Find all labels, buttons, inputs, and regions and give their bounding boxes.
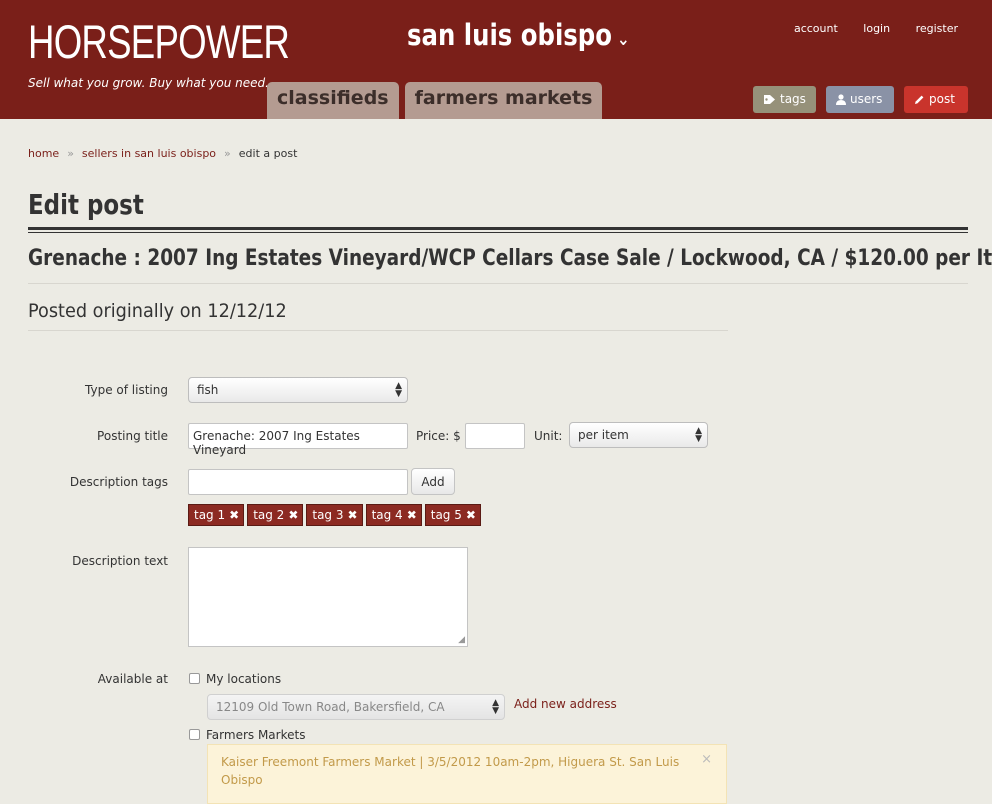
tab-classifieds[interactable]: classifieds — [267, 82, 399, 119]
divider — [28, 283, 968, 284]
select-arrows-icon: ▲ ▼ — [395, 381, 402, 399]
breadcrumb-sellers[interactable]: sellers in san luis obispo — [82, 147, 216, 160]
tag-icon — [764, 95, 775, 104]
type-of-listing-label: Type of listing — [85, 383, 168, 397]
description-tags-input[interactable] — [188, 469, 408, 495]
price-input[interactable] — [465, 423, 525, 449]
breadcrumb-separator: » — [224, 147, 231, 160]
login-link[interactable]: login — [863, 22, 890, 35]
tags-button[interactable]: tags — [753, 86, 816, 113]
remove-tag-icon[interactable]: ✖ — [466, 508, 476, 522]
post-button-label: post — [929, 92, 955, 106]
add-address-link[interactable]: Add new address — [514, 697, 617, 711]
available-at-label: Available at — [97, 672, 168, 686]
tag-label: tag 4 — [371, 508, 403, 522]
register-link[interactable]: register — [916, 22, 958, 35]
select-arrows-icon: ▲ ▼ — [492, 698, 499, 716]
remove-tag-icon[interactable]: ✖ — [348, 508, 358, 522]
add-tag-button[interactable]: Add — [411, 468, 455, 495]
title-divider-thin — [28, 232, 968, 233]
breadcrumb-separator: » — [67, 147, 74, 160]
users-button[interactable]: users — [826, 86, 894, 113]
tag-label: tag 3 — [312, 508, 344, 522]
description-textarea[interactable]: ◢ — [188, 547, 468, 647]
account-link[interactable]: account — [794, 22, 838, 35]
address-value: 12109 Old Town Road, Bakersfield, CA — [216, 700, 445, 714]
close-icon[interactable]: × — [701, 751, 712, 769]
remove-tag-icon[interactable]: ✖ — [229, 508, 239, 522]
city-name: san luis obispo — [407, 18, 612, 52]
description-text-label: Description text — [72, 554, 168, 568]
posting-title-input[interactable]: Grenache: 2007 Ing Estates Vineyard — [188, 423, 408, 457]
chevron-down-icon: ⌄ — [617, 29, 630, 50]
divider — [28, 330, 728, 331]
my-locations-checkbox[interactable] — [189, 673, 200, 684]
site-logo[interactable]: HORSEPOWER — [28, 16, 290, 68]
tag-chip[interactable]: tag 2 ✖ — [247, 504, 304, 526]
site-header: HORSEPOWER Sell what you grow. Buy what … — [0, 0, 992, 119]
address-select[interactable]: 12109 Old Town Road, Bakersfield, CA ▲ ▼ — [207, 694, 505, 720]
main-tabs: classifieds farmers markets — [267, 82, 608, 119]
remove-tag-icon[interactable]: ✖ — [288, 508, 298, 522]
tags-button-label: tags — [780, 92, 806, 106]
tag-chip[interactable]: tag 5 ✖ — [424, 504, 481, 526]
farmers-markets-label: Farmers Markets — [206, 728, 306, 742]
type-of-listing-value: fish — [197, 383, 219, 397]
unit-select[interactable]: per item ▲ ▼ — [569, 422, 708, 448]
site-tagline: Sell what you grow. Buy what you need. — [28, 76, 269, 90]
user-icon — [836, 94, 846, 105]
unit-value: per item — [578, 428, 629, 442]
tag-label: tag 5 — [430, 508, 462, 522]
tab-farmers-markets[interactable]: farmers markets — [404, 82, 603, 119]
tag-chip[interactable]: tag 3 ✖ — [306, 504, 363, 526]
tag-label: tag 1 — [194, 508, 226, 522]
remove-tag-icon[interactable]: ✖ — [407, 508, 417, 522]
price-label: Price: $ — [416, 429, 461, 443]
unit-label: Unit: — [534, 429, 563, 443]
city-selector[interactable]: san luis obispo ⌄ — [407, 18, 630, 52]
account-links: account login register — [772, 22, 958, 35]
posted-date: Posted originally on 12/12/12 — [28, 300, 287, 322]
tag-label: tag 2 — [253, 508, 285, 522]
tag-chip[interactable]: tag 4 ✖ — [365, 504, 422, 526]
post-button[interactable]: post — [904, 86, 968, 113]
market-alert-text: Kaiser Freemont Farmers Market | 3/5/201… — [221, 755, 680, 787]
breadcrumb-home[interactable]: home — [28, 147, 59, 160]
market-alert: Kaiser Freemont Farmers Market | 3/5/201… — [207, 744, 727, 804]
title-divider — [28, 227, 968, 230]
post-title: Grenache : 2007 Ing Estates Vineyard/WCP… — [28, 246, 992, 271]
posting-title-label: Posting title — [97, 429, 168, 443]
tag-chip[interactable]: tag 1 ✖ — [188, 504, 245, 526]
farmers-markets-checkbox[interactable] — [189, 729, 200, 740]
tag-list: tag 1 ✖ tag 2 ✖ tag 3 ✖ tag 4 ✖ tag 5 ✖ — [188, 504, 484, 526]
breadcrumb: home » sellers in san luis obispo » edit a p… — [28, 147, 297, 160]
select-arrows-icon: ▲ ▼ — [695, 426, 702, 444]
page-title: Edit post — [28, 188, 144, 221]
pencil-icon — [915, 95, 924, 104]
breadcrumb-current: edit a post — [238, 147, 298, 160]
resize-grip-icon[interactable]: ◢ — [458, 635, 465, 645]
type-of-listing-select[interactable]: fish ▲ ▼ — [188, 377, 408, 403]
description-tags-label: Description tags — [69, 475, 168, 489]
users-button-label: users — [850, 92, 883, 106]
my-locations-label: My locations — [206, 672, 282, 686]
